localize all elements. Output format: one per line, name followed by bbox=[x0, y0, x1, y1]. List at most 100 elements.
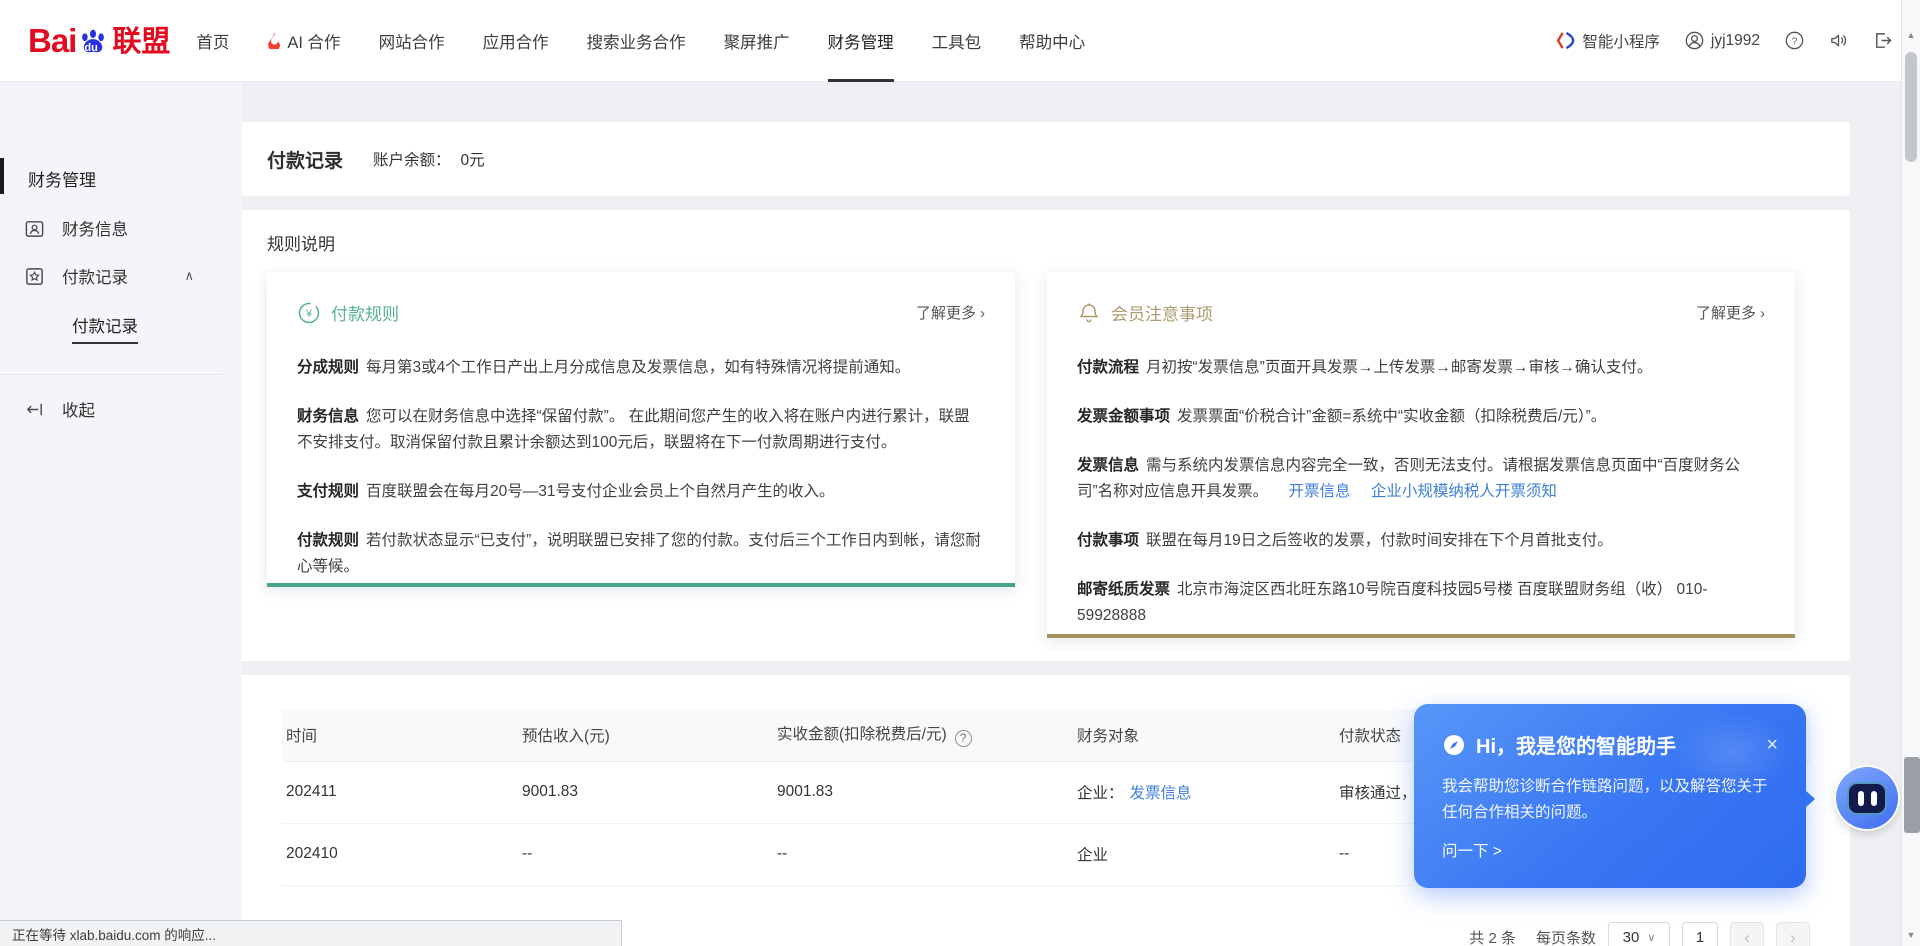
per-page-select[interactable]: 30∨ bbox=[1608, 922, 1670, 946]
cell-actual: -- bbox=[773, 823, 1073, 885]
cell-actual: 9001.83 bbox=[773, 761, 1073, 823]
sidebar-subitem-payment-records-active[interactable]: 付款记录 bbox=[72, 313, 138, 344]
sidebar-collapse-button[interactable]: 收起 bbox=[24, 397, 242, 421]
chevron-up-icon[interactable]: ∧ bbox=[184, 268, 194, 284]
nav-item-toolkit[interactable]: 工具包 bbox=[932, 0, 982, 82]
small-taxpayer-notice-link[interactable]: 企业小规模纳税人开票须知 bbox=[1371, 483, 1557, 500]
announcement-button[interactable] bbox=[1829, 31, 1848, 50]
rule-item: 分成规则每月第3或4个工作日产出上月分成信息及发票信息，如有特殊情况将提前通知。 bbox=[297, 355, 985, 381]
logout-button[interactable] bbox=[1873, 31, 1892, 50]
payment-rules-card: ¥ 付款规则 了解更多› 分成规则每月第3或4个工作日产出上月分成信息及发票信息… bbox=[267, 272, 1015, 587]
account-balance: 账户余额： 0元 bbox=[373, 148, 485, 170]
select-caret-icon: ∨ bbox=[1647, 931, 1655, 944]
logo-text-union: 联盟 bbox=[112, 28, 170, 57]
sidebar-item-finance-info[interactable]: 财务信息 bbox=[24, 217, 194, 239]
nav-item-app[interactable]: 应用合作 bbox=[483, 0, 549, 82]
nav-item-help-center[interactable]: 帮助中心 bbox=[1019, 0, 1085, 82]
member-notes-card: 会员注意事项 了解更多› 付款流程月初按“发票信息”页面开具发票→上传发票→邮寄… bbox=[1047, 272, 1795, 638]
baidu-union-logo[interactable]: Bai du 联盟 bbox=[28, 24, 170, 57]
per-page-label: 每页条数 bbox=[1536, 927, 1596, 946]
rule-item: 邮寄纸质发票北京市海淀区西北旺东路10号院百度科技园5号楼 百度联盟财务组（收）… bbox=[1077, 577, 1765, 629]
rule-item: 付款流程月初按“发票信息”页面开具发票→上传发票→邮寄发票→审核→确认支付。 bbox=[1077, 355, 1765, 381]
cell-estimated: 9001.83 bbox=[518, 761, 773, 823]
invoice-info-cell-link[interactable]: 发票信息 bbox=[1130, 785, 1192, 802]
more-arrow-icon: › bbox=[980, 305, 985, 322]
cell-time: 202411 bbox=[282, 761, 518, 823]
rule-item: 付款规则若付款状态显示“已支付”，说明联盟已安排了您的付款。支付后三个工作日内到… bbox=[297, 528, 985, 580]
username: jyj1992 bbox=[1711, 32, 1760, 50]
sidebar-divider bbox=[0, 374, 222, 375]
user-icon bbox=[1685, 31, 1704, 50]
rule-item: 付款事项联盟在每月19日之后签收的发票，付款时间安排在下个月首批支付。 bbox=[1077, 528, 1765, 554]
rule-item: 财务信息您可以在财务信息中选择“保留付款”。 在此期间您产生的收入将在账户内进行… bbox=[297, 404, 985, 456]
nav-item-search-business[interactable]: 搜索业务合作 bbox=[587, 0, 686, 82]
member-notes-title: 会员注意事项 bbox=[1111, 300, 1213, 325]
col-estimated-income: 预估收入(元) bbox=[518, 709, 773, 761]
pagination-total: 共 2 条 bbox=[1469, 927, 1516, 946]
assistant-popup: Hi，我是您的智能助手 × 我会帮助您诊断合作链路问题，以及解答您关于任何合作相… bbox=[1414, 704, 1806, 888]
col-actual-amount: 实收金额(扣除税费后/元)? bbox=[773, 709, 1073, 761]
more-arrow-icon: › bbox=[1760, 305, 1765, 322]
collapse-arrow-icon bbox=[24, 399, 45, 420]
nav-item-website[interactable]: 网站合作 bbox=[379, 0, 445, 82]
cell-target: 企业 bbox=[1073, 823, 1335, 885]
nav-item-finance[interactable]: 财务管理 bbox=[828, 0, 894, 82]
invoice-info-link[interactable]: 开票信息 bbox=[1288, 483, 1350, 500]
next-page-button[interactable]: › bbox=[1776, 922, 1810, 946]
miniapp-icon bbox=[1556, 31, 1575, 50]
page-title: 付款记录 bbox=[267, 146, 343, 173]
page-number-button[interactable]: 1 bbox=[1682, 922, 1718, 946]
rules-section-card: 规则说明 ¥ 付款规则 了解更多› 分成规则每月第3或4个工作日产 bbox=[242, 210, 1850, 661]
scrollbar-thumb[interactable] bbox=[1905, 52, 1917, 162]
cell-target: 企业：发票信息 bbox=[1073, 761, 1335, 823]
nav-item-ai[interactable]: AI 合作 bbox=[267, 0, 340, 82]
nav-item-screen-promo[interactable]: 聚屏推广 bbox=[724, 0, 790, 82]
col-finance-target: 财务对象 bbox=[1073, 709, 1335, 761]
balance-value: 0元 bbox=[461, 148, 485, 170]
assistant-message: 我会帮助您诊断合作链路问题，以及解答您关于任何合作相关的问题。 bbox=[1442, 774, 1778, 826]
page-header-card: 付款记录 账户余额： 0元 bbox=[242, 122, 1850, 196]
compass-icon bbox=[1442, 733, 1466, 757]
cell-time: 202410 bbox=[282, 823, 518, 885]
robot-face-icon bbox=[1847, 782, 1887, 815]
bell-icon bbox=[1077, 301, 1101, 325]
scroll-down-arrow[interactable]: ▼ bbox=[1902, 930, 1920, 940]
logo-text-du: du bbox=[84, 42, 97, 54]
id-card-icon bbox=[24, 218, 45, 239]
info-icon[interactable]: ? bbox=[955, 730, 972, 747]
top-navbar: Bai du 联盟 首页 AI 合作 网站合作 应用合作 搜索业务合作 聚屏推广 bbox=[0, 0, 1920, 82]
assistant-robot-avatar[interactable] bbox=[1836, 767, 1898, 829]
member-notes-more-link[interactable]: 了解更多› bbox=[1696, 302, 1765, 323]
prev-page-button[interactable]: ‹ bbox=[1730, 922, 1764, 946]
payment-rules-title: 付款规则 bbox=[331, 300, 399, 325]
browser-status-bubble: 正在等待 xlab.baidu.com 的响应... bbox=[0, 920, 622, 946]
flame-icon bbox=[267, 32, 282, 49]
balance-label: 账户余额： bbox=[373, 148, 451, 170]
close-icon[interactable]: × bbox=[1766, 735, 1778, 755]
rule-item: 支付规则百度联盟会在每月20号—31号支付企业会员上个自然月产生的收入。 bbox=[297, 479, 985, 505]
col-time: 时间 bbox=[282, 709, 518, 761]
help-button[interactable]: ? bbox=[1785, 31, 1804, 50]
miniapp-entry[interactable]: 智能小程序 bbox=[1556, 30, 1660, 52]
sidebar-item-payment-records[interactable]: 付款记录 ∧ bbox=[24, 265, 194, 287]
nav-item-home[interactable]: 首页 bbox=[196, 0, 229, 82]
badge-star-icon bbox=[24, 266, 45, 287]
cell-estimated: -- bbox=[518, 823, 773, 885]
assistant-dock-tab[interactable] bbox=[1904, 757, 1920, 833]
svg-text:?: ? bbox=[1792, 36, 1798, 47]
main-nav: 首页 AI 合作 网站合作 应用合作 搜索业务合作 聚屏推广 财务管理 工具包 … bbox=[196, 0, 1085, 82]
rule-item: 发票信息需与系统内发票信息内容完全一致，否则无法支付。请根据发票信息页面中“百度… bbox=[1077, 453, 1765, 505]
sidebar-section-title: 财务管理 bbox=[28, 166, 242, 191]
assistant-title: Hi，我是您的智能助手 bbox=[1476, 730, 1676, 759]
svg-text:¥: ¥ bbox=[305, 308, 313, 320]
navbar-utilities: 智能小程序 jyj1992 ? bbox=[1556, 30, 1892, 52]
scroll-up-arrow[interactable]: ▲ bbox=[1902, 30, 1920, 40]
rules-section-title: 规则说明 bbox=[267, 230, 1825, 255]
rule-item: 发票金额事项发票票面“价税合计”金额=系统中“实收金额（扣除税费后/元）”。 bbox=[1077, 404, 1765, 430]
logo-text-bai: Bai bbox=[28, 24, 76, 57]
yuan-circle-icon: ¥ bbox=[297, 301, 321, 325]
payment-rules-more-link[interactable]: 了解更多› bbox=[916, 302, 985, 323]
sidebar: 财务管理 财务信息 付款记录 ∧ 付款记录 bbox=[0, 82, 242, 946]
user-account[interactable]: jyj1992 bbox=[1685, 31, 1760, 50]
assistant-ask-link[interactable]: 问一下 > bbox=[1442, 839, 1778, 861]
